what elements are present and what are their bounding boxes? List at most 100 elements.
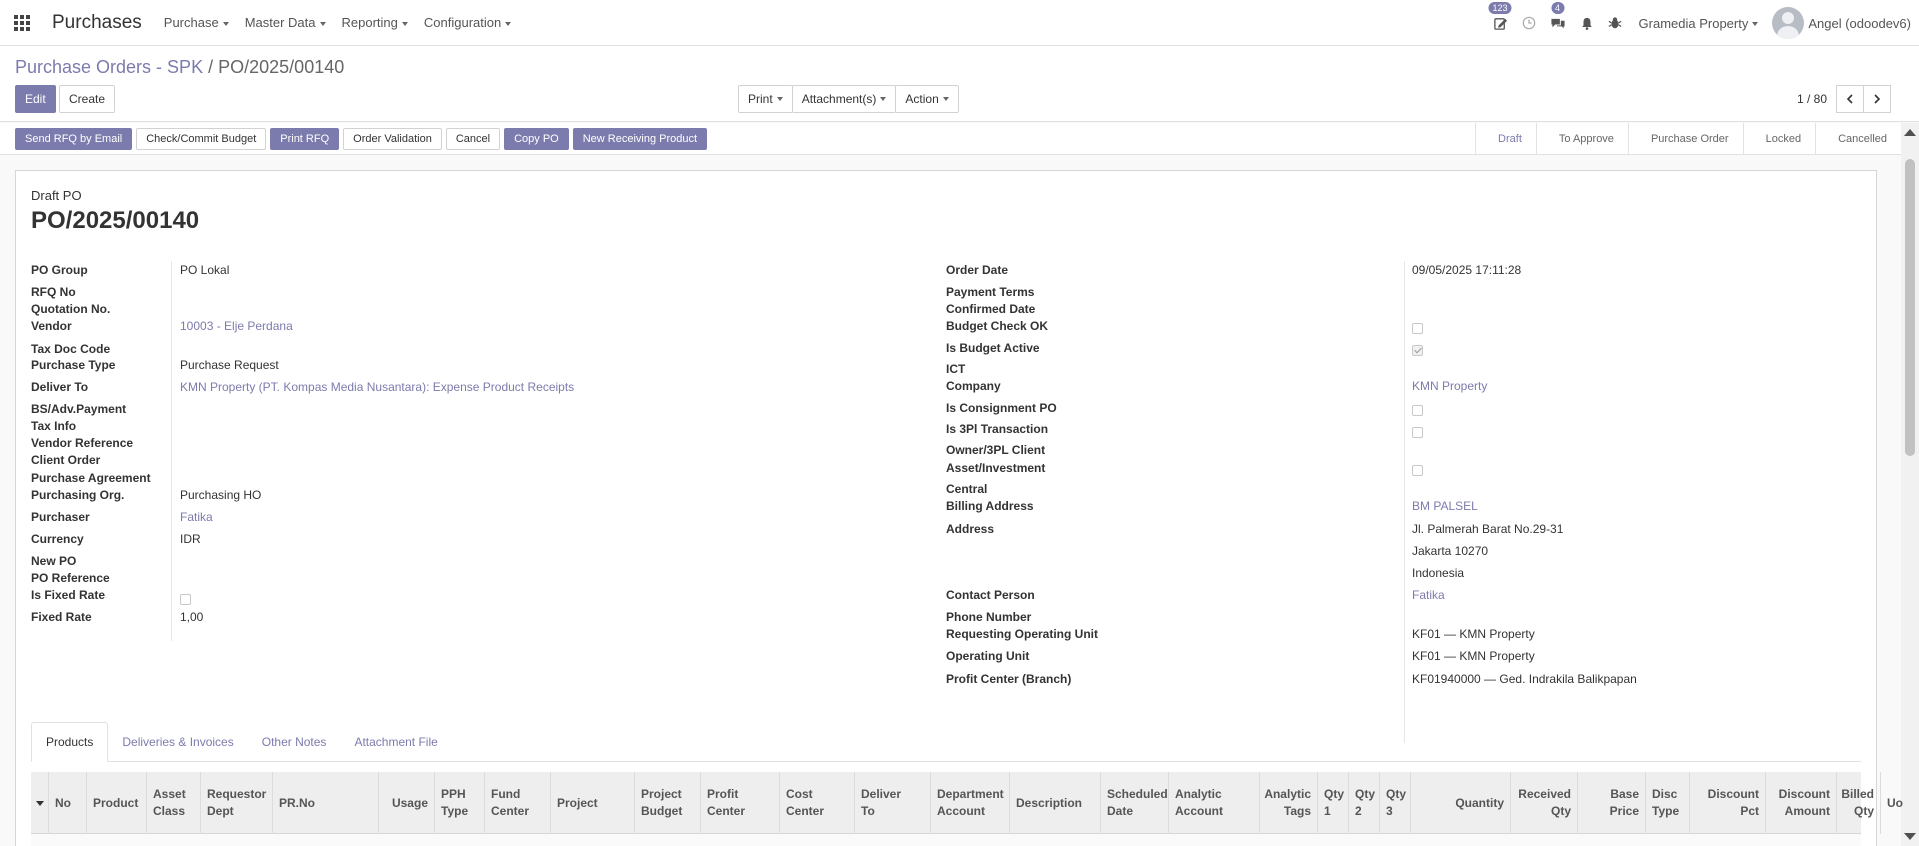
attachments-dropdown-button[interactable]: Attachment(s) — [791, 85, 897, 113]
column-header-qty-2[interactable]: Qty 2 — [1349, 772, 1380, 834]
app-brand[interactable]: Purchases — [52, 12, 142, 34]
print-dropdown-button[interactable]: Print — [738, 85, 793, 113]
breadcrumb-parent-link[interactable]: Purchase Orders - SPK — [15, 57, 203, 77]
operating-unit-value[interactable]: KF01 — KMN Property — [1412, 649, 1535, 663]
menu-master-data[interactable]: Master Data — [237, 15, 334, 30]
profit-center-value[interactable]: KF01940000 — Ged. Indrakila Balikpapan — [1412, 672, 1637, 686]
column-header-requestor-dept[interactable]: Requestor Dept — [201, 772, 273, 834]
column-header-no[interactable]: No — [49, 772, 87, 834]
menu-purchase[interactable]: Purchase — [156, 15, 237, 30]
column-header-qty-1[interactable]: Qty 1 — [1318, 772, 1349, 834]
apps-menu-icon[interactable] — [14, 14, 30, 31]
billing-address-link[interactable]: BM PALSEL — [1412, 499, 1478, 513]
user-menu[interactable]: Angel (odoodev6) — [1772, 7, 1911, 39]
column-header-analytic-tags[interactable]: Analytic Tags — [1260, 772, 1318, 834]
column-header-pr-no[interactable]: PR.No — [273, 772, 379, 834]
pager-next-button[interactable] — [1863, 85, 1891, 113]
page-scrollbar[interactable] — [1901, 123, 1919, 846]
column-header-analytic-account[interactable]: Analytic Account — [1169, 772, 1260, 834]
cancel-button[interactable]: Cancel — [445, 128, 501, 150]
clock-icon[interactable] — [1522, 16, 1536, 30]
company-switcher[interactable]: Gramedia Property — [1639, 16, 1759, 31]
is-3pl-transaction-checkbox[interactable] — [1412, 427, 1423, 438]
activity-icon[interactable]: 123 — [1488, 1, 1512, 31]
header-actions: Send RFQ by Email Check/Commit Budget Pr… — [15, 128, 711, 150]
stage-draft[interactable]: Draft — [1475, 123, 1536, 155]
column-header-qty-3[interactable]: Qty 3 — [1380, 772, 1411, 834]
purchaser-label: Purchaser — [31, 510, 90, 524]
debug-bug-icon[interactable] — [1608, 16, 1622, 30]
create-button[interactable]: Create — [59, 85, 116, 113]
requesting-operating-unit-value[interactable]: KF01 — KMN Property — [1412, 627, 1535, 641]
po-group-value[interactable]: PO Lokal — [180, 263, 229, 277]
stage-to-approve[interactable]: To Approve — [1535, 123, 1628, 155]
tab-deliveries-invoices[interactable]: Deliveries & Invoices — [108, 722, 247, 762]
new-receiving-product-button[interactable]: New Receiving Product — [572, 128, 708, 150]
tab-attachment-file[interactable]: Attachment File — [340, 722, 451, 762]
action-dropdown-button[interactable]: Action — [895, 85, 959, 113]
stage-cancelled[interactable]: Cancelled — [1815, 123, 1901, 155]
edit-button[interactable]: Edit — [15, 85, 56, 113]
purchasing-org-value[interactable]: Purchasing HO — [180, 488, 261, 502]
is-fixed-rate-label: Is Fixed Rate — [31, 588, 106, 602]
column-header-department-account[interactable]: Department Account — [931, 772, 1010, 834]
column-header-usage[interactable]: Usage — [379, 772, 435, 834]
menu-configuration[interactable]: Configuration — [416, 15, 519, 30]
notifications-bell-icon[interactable] — [1580, 16, 1594, 31]
column-header-disc-type[interactable]: Disc Type — [1646, 772, 1690, 834]
purchase-type-value[interactable]: Purchase Request — [180, 358, 279, 372]
is-budget-active-checkbox[interactable] — [1412, 345, 1423, 356]
scroll-down-arrow-icon[interactable] — [1904, 833, 1916, 840]
column-header-billed-qty[interactable]: Billed Qty — [1837, 772, 1881, 834]
column-header-profit-center[interactable]: Profit Center — [701, 772, 780, 834]
column-header-project-budget[interactable]: Project Budget — [635, 772, 701, 834]
column-header-cost-center[interactable]: Cost Center — [780, 772, 855, 834]
row-sort-handle[interactable] — [31, 772, 49, 834]
check-commit-budget-button[interactable]: Check/Commit Budget — [136, 128, 267, 150]
column-header-received-qty[interactable]: Received Qty — [1511, 772, 1578, 834]
messages-icon[interactable]: 4 — [1550, 1, 1566, 31]
vendor-link[interactable]: 10003 - Elje Perdana — [180, 319, 293, 333]
deliver-to-link[interactable]: KMN Property (PT. Kompas Media Nusantara… — [180, 380, 574, 394]
stage-purchase-order[interactable]: Purchase Order — [1627, 123, 1743, 155]
column-header-quantity[interactable]: Quantity — [1411, 772, 1511, 834]
column-header-asset-class[interactable]: Asset Class — [147, 772, 201, 834]
scrollbar-thumb[interactable] — [1905, 159, 1915, 456]
pager-value[interactable]: 1 / 80 — [1797, 92, 1827, 106]
tab-other-notes[interactable]: Other Notes — [248, 722, 341, 762]
fixed-rate-value[interactable]: 1,00 — [180, 610, 203, 624]
asset-investment-checkbox[interactable] — [1412, 465, 1423, 476]
table-row[interactable] — [31, 834, 1861, 846]
currency-value[interactable]: IDR — [180, 532, 201, 546]
tab-products[interactable]: Products — [31, 722, 109, 762]
is-consignment-po-checkbox[interactable] — [1412, 405, 1423, 416]
column-header-discount-amount[interactable]: Discount Amount — [1766, 772, 1837, 834]
column-header-uom[interactable]: Uo — [1881, 772, 1908, 834]
print-rfq-button[interactable]: Print RFQ — [270, 128, 340, 150]
copy-po-button[interactable]: Copy PO — [504, 128, 569, 150]
column-header-discount-pct[interactable]: Discount Pct — [1690, 772, 1766, 834]
column-header-description[interactable]: Description — [1010, 772, 1101, 834]
send-rfq-email-button[interactable]: Send RFQ by Email — [15, 128, 133, 150]
scroll-up-arrow-icon[interactable] — [1904, 129, 1916, 136]
purchaser-link[interactable]: Fatika — [180, 510, 213, 524]
column-header-scheduled-date[interactable]: Scheduled Date — [1101, 772, 1169, 834]
pager-previous-button[interactable] — [1836, 85, 1864, 113]
contact-person-link[interactable]: Fatika — [1412, 588, 1445, 602]
bs-adv-payment-label: BS/Adv.Payment — [31, 402, 127, 416]
column-header-fund-center[interactable]: Fund Center — [485, 772, 551, 834]
column-header-product[interactable]: Product — [87, 772, 147, 834]
budget-check-ok-checkbox[interactable] — [1412, 323, 1423, 334]
order-validation-button[interactable]: Order Validation — [343, 128, 442, 150]
column-header-deliver-to[interactable]: Deliver To — [855, 772, 931, 834]
menu-reporting[interactable]: Reporting — [334, 15, 416, 30]
purchase-agreement-label: Purchase Agreement — [31, 471, 151, 485]
company-link[interactable]: KMN Property — [1412, 379, 1487, 393]
order-date-value[interactable]: 09/05/2025 17:11:28 — [1412, 263, 1521, 277]
column-header-pph-type[interactable]: PPH Type — [435, 772, 485, 834]
is-fixed-rate-checkbox[interactable] — [180, 594, 191, 605]
column-header-project[interactable]: Project — [551, 772, 635, 834]
contact-person-label: Contact Person — [946, 588, 1035, 602]
stage-locked[interactable]: Locked — [1742, 123, 1815, 155]
column-header-base-price[interactable]: Base Price — [1578, 772, 1646, 834]
